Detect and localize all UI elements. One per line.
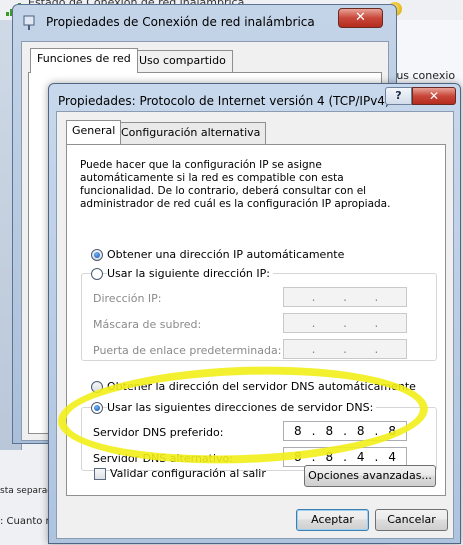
help-button[interactable]: ? bbox=[385, 87, 412, 105]
preferred-dns-field[interactable]: 8.8.8.8 bbox=[283, 421, 407, 441]
tab-configuracion-alternativa[interactable]: Configuración alternativa bbox=[115, 122, 267, 144]
gateway-field[interactable]: ... bbox=[283, 339, 407, 359]
tab-funciones-de-red[interactable]: Funciones de red bbox=[30, 48, 138, 73]
radio-ip-manual-label[interactable]: Usar la siguiente dirección IP: bbox=[107, 267, 273, 280]
ip-address-label: Dirección IP: bbox=[93, 292, 162, 305]
radio-dns-manual-label[interactable]: Usar las siguientes direcciones de servi… bbox=[107, 401, 377, 414]
general-panel: Puede hacer que la configuración IP se a… bbox=[66, 144, 446, 496]
validate-checkbox[interactable] bbox=[94, 468, 106, 480]
cancel-button[interactable]: Cancelar bbox=[375, 509, 448, 531]
radio-ip-manual[interactable] bbox=[91, 268, 103, 280]
subnet-mask-label: Máscara de subred: bbox=[93, 318, 202, 331]
tab-general[interactable]: General bbox=[66, 120, 122, 144]
status-window-side-text: tus conexio bbox=[392, 69, 456, 82]
wireless-window-title: Propiedades de Conexión de red inalámbri… bbox=[46, 15, 315, 29]
gateway-label: Puerta de enlace predeterminada: bbox=[93, 344, 282, 357]
ok-button[interactable]: Aceptar bbox=[296, 509, 369, 531]
radio-ip-auto-label[interactable]: Obtener una dirección IP automáticamente bbox=[107, 248, 344, 261]
tab-uso-compartido[interactable]: Uso compartido bbox=[132, 50, 233, 72]
dialog-title: Propiedades: Protocolo de Internet versi… bbox=[58, 94, 390, 108]
alternate-dns-label: Servidor DNS alternativo: bbox=[93, 452, 233, 465]
wireless-close-button[interactable]: ✕ bbox=[338, 8, 383, 28]
close-button[interactable]: ✕ bbox=[412, 87, 456, 105]
radio-ip-auto[interactable] bbox=[91, 249, 103, 261]
status-window-text-2: : Cuanto m bbox=[0, 516, 56, 527]
description-text: Puede hacer que la configuración IP se a… bbox=[80, 159, 391, 210]
preferred-dns-label: Servidor DNS preferido: bbox=[93, 426, 224, 439]
subnet-mask-field[interactable]: ... bbox=[283, 313, 407, 333]
ipv4-properties-dialog: Propiedades: Protocolo de Internet versi… bbox=[48, 83, 461, 544]
radio-dns-auto[interactable] bbox=[91, 381, 103, 393]
radio-dns-auto-label[interactable]: Obtener la dirección del servidor DNS au… bbox=[107, 380, 416, 393]
validate-checkbox-label[interactable]: Validar configuración al salir bbox=[110, 467, 266, 480]
network-adapter-icon bbox=[23, 15, 35, 30]
ip-address-field[interactable]: ... bbox=[283, 287, 407, 307]
alternate-dns-field[interactable]: 8.8.4.4 bbox=[283, 447, 407, 467]
advanced-options-button[interactable]: Opciones avanzadas... bbox=[304, 465, 436, 487]
dialog-client: General Configuración alternativa Puede … bbox=[56, 111, 454, 539]
radio-dns-manual[interactable] bbox=[91, 402, 103, 414]
